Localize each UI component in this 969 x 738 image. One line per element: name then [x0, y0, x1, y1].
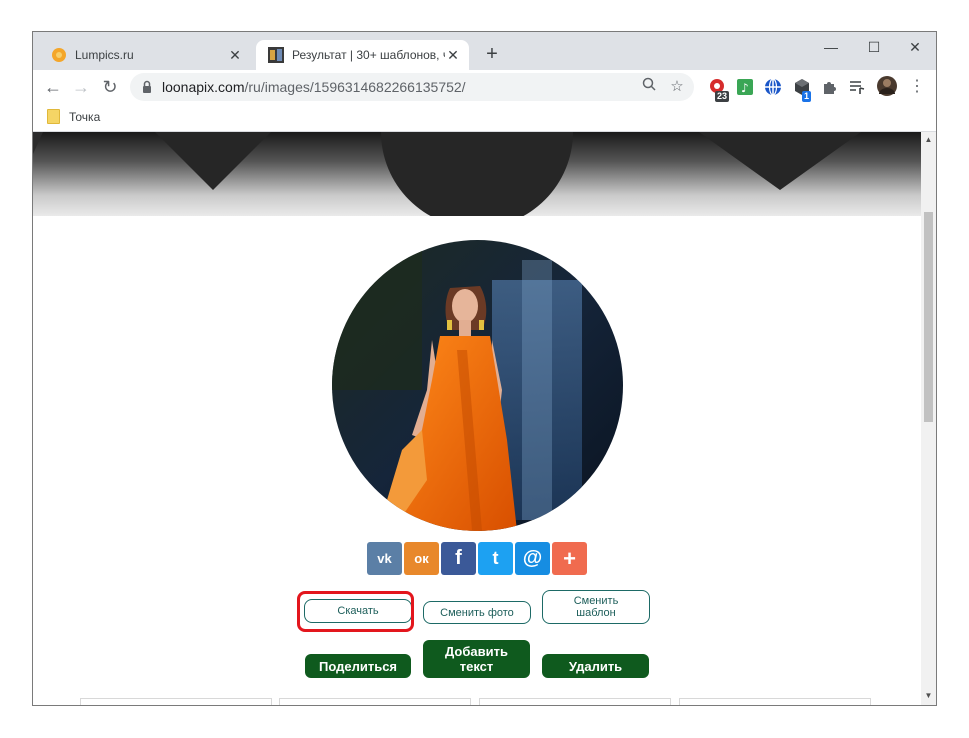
template-card[interactable]	[679, 698, 871, 705]
result-photo	[332, 240, 623, 531]
scroll-down-arrow[interactable]: ▼	[921, 690, 936, 702]
browser-window: Lumpics.ru ✕ Результат | 30+ шаблонов, ч…	[33, 32, 936, 705]
template-header-banner	[33, 132, 921, 216]
lock-icon	[143, 80, 151, 93]
lumpics-favicon	[52, 48, 66, 62]
share-label: Поделиться	[318, 658, 398, 674]
share-vk-button[interactable]: vk	[367, 542, 402, 575]
share-more-button[interactable]: +	[552, 542, 587, 575]
bookmarks-bar: Точка	[33, 104, 936, 132]
puzzle-extensions-icon[interactable]	[821, 78, 839, 96]
minimize-button[interactable]: —	[811, 36, 851, 58]
twitter-icon: t	[492, 548, 499, 568]
bookmark-star-icon[interactable]: ☆	[667, 77, 687, 97]
banner-decoration	[33, 132, 861, 216]
globe-vpn-extension-icon[interactable]	[764, 78, 782, 96]
plus-icon: +	[563, 545, 576, 571]
bookmark-label: Точка	[69, 109, 101, 124]
facebook-icon: f	[455, 547, 462, 569]
tab-strip: Lumpics.ru ✕ Результат | 30+ шаблонов, ч…	[33, 32, 936, 70]
tab-lumpics[interactable]: Lumpics.ru ✕	[39, 40, 251, 70]
bookmark-folder-tochka[interactable]: Точка	[47, 109, 100, 124]
tab-close-icon[interactable]: ✕	[445, 47, 461, 63]
menu-kebab-icon[interactable]: ⋮	[905, 75, 929, 99]
extension-badge: 23	[715, 91, 730, 102]
media-queue-icon[interactable]	[848, 78, 866, 96]
scrollbar-thumb[interactable]	[924, 212, 933, 422]
template-card[interactable]	[279, 698, 471, 705]
add-text-label: Добавить текст	[445, 644, 508, 674]
add-text-button[interactable]: Добавить текст	[423, 640, 530, 678]
odnoklassniki-icon: ок	[414, 551, 429, 566]
url-path: /ru/images/1596314682266135752/	[244, 79, 466, 95]
share-mail-button[interactable]: @	[515, 542, 550, 575]
forward-button[interactable]: →	[69, 75, 93, 99]
share-odnoklassniki-button[interactable]: ок	[404, 542, 439, 575]
url-text[interactable]: loonapix.com/ru/images/15963146822661357…	[162, 79, 466, 95]
page-scrollbar[interactable]: ▲ ▼	[921, 132, 936, 705]
tab-title: Результат | 30+ шаблонов, чтоб	[292, 48, 445, 62]
back-button[interactable]: ←	[41, 75, 65, 99]
delete-label: Удалить	[568, 658, 623, 674]
change-template-label: Сменить шаблон	[573, 595, 619, 619]
template-card[interactable]	[80, 698, 272, 705]
address-bar[interactable]: loonapix.com/ru/images/15963146822661357…	[130, 73, 694, 101]
loonapix-favicon	[268, 47, 284, 63]
share-twitter-button[interactable]: t	[478, 542, 513, 575]
share-button[interactable]: Поделиться	[305, 654, 411, 678]
template-card[interactable]	[479, 698, 671, 705]
extension-badge: 1	[802, 91, 812, 102]
change-photo-label: Сменить фото	[440, 606, 514, 619]
maximize-button[interactable]: ☐	[854, 36, 894, 58]
music-extension-icon[interactable]: ♪	[736, 78, 754, 96]
change-template-button[interactable]: Сменить шаблон	[542, 590, 650, 624]
highlight-frame	[297, 591, 414, 632]
url-host: loonapix.com	[162, 79, 245, 95]
zoom-icon[interactable]	[639, 77, 659, 97]
reload-button[interactable]: ↻	[98, 75, 122, 99]
scroll-up-arrow[interactable]: ▲	[921, 134, 936, 146]
new-tab-button[interactable]: +	[481, 44, 503, 66]
tab-title: Lumpics.ru	[75, 48, 134, 62]
tab-close-icon[interactable]: ✕	[227, 47, 243, 63]
mail-icon: @	[522, 547, 543, 569]
svg-text:♪: ♪	[741, 81, 749, 95]
vk-icon: vk	[377, 551, 392, 566]
browser-toolbar: ← → ↻ loonapix.com/ru/images/15963146822…	[33, 70, 936, 104]
profile-avatar[interactable]	[876, 75, 898, 97]
share-facebook-button[interactable]: f	[441, 542, 476, 575]
tab-result[interactable]: Результат | 30+ шаблонов, чтоб ✕	[256, 40, 469, 70]
folder-icon	[47, 109, 60, 124]
change-photo-button[interactable]: Сменить фото	[423, 601, 531, 624]
delete-button[interactable]: Удалить	[542, 654, 649, 678]
page-content: vk ок f t @ + Скачать Сменить фото Смени…	[33, 132, 921, 705]
close-window-button[interactable]: ✕	[895, 36, 935, 58]
